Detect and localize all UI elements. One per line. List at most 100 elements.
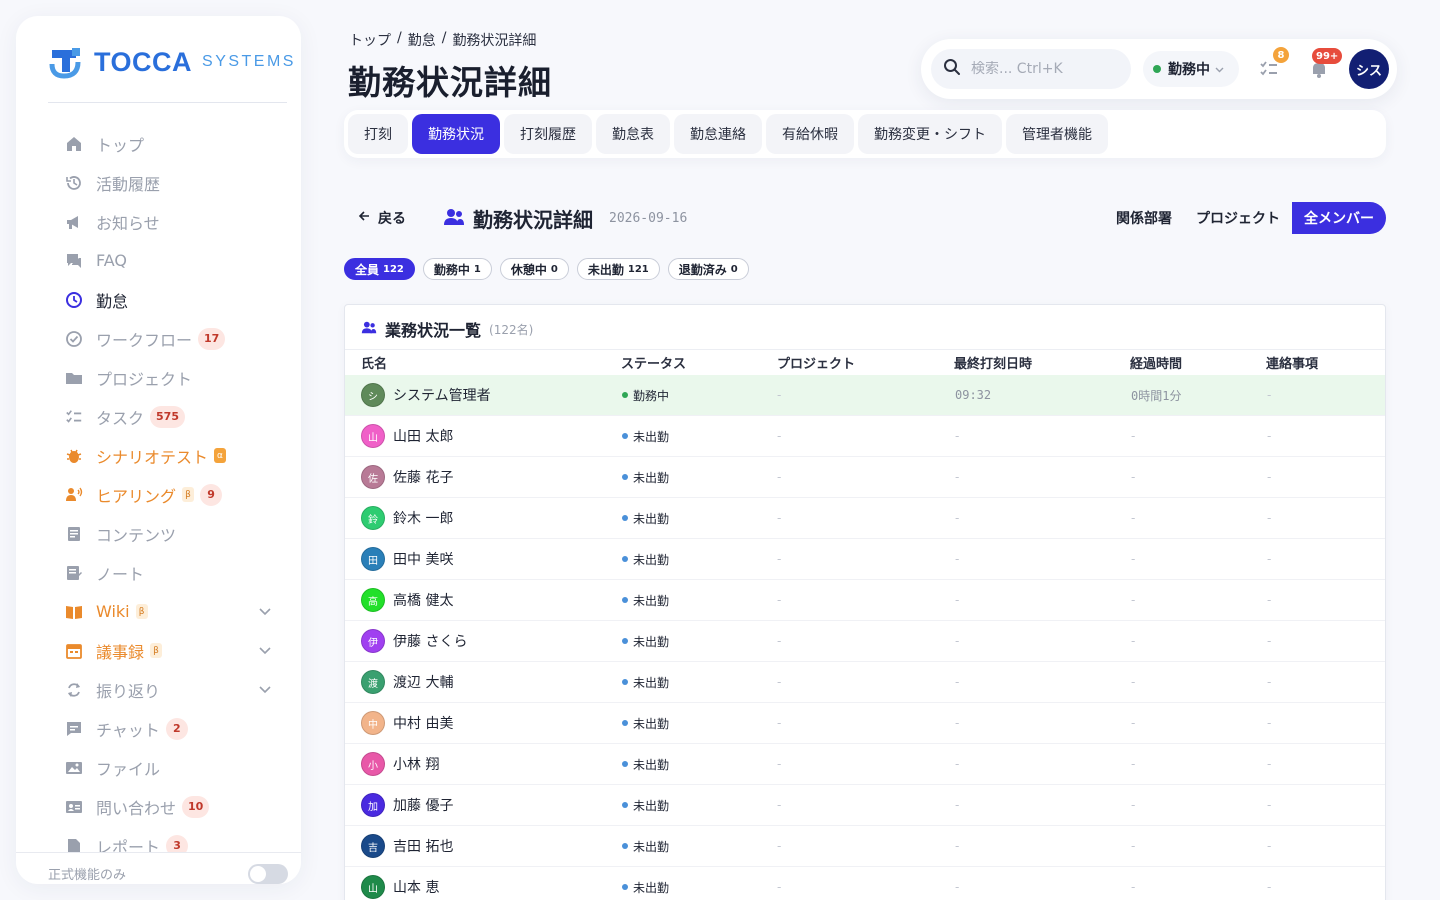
member-avatar: 佐: [361, 465, 385, 489]
scope-button[interactable]: 関係部署: [1104, 202, 1184, 234]
member-name[interactable]: 中村 由美: [393, 713, 453, 733]
feature-stage-tag: β: [182, 487, 195, 502]
filter-count: 1: [473, 263, 481, 275]
tab-2[interactable]: 勤務状況: [412, 114, 500, 154]
status-cell: 未出勤: [622, 785, 669, 825]
sidebar-item[interactable]: Wiki β: [16, 592, 301, 631]
table-row[interactable]: 佐佐藤 花子 未出勤 - - - -: [345, 457, 1385, 498]
breadcrumb-item-top[interactable]: トップ: [349, 30, 391, 50]
sidebar-item[interactable]: FAQ: [16, 241, 301, 280]
logo-mark-icon: [48, 44, 84, 80]
tab-1[interactable]: 打刻: [348, 114, 408, 154]
work-status-dropdown[interactable]: 勤務中: [1143, 51, 1239, 87]
work-status-card: 業務状況一覧 (122名) 氏名 ステータス プロジェクト 最終打刻日時 経過時…: [344, 304, 1386, 900]
official-only-toggle[interactable]: [248, 864, 288, 884]
sidebar-item[interactable]: チャット 2: [16, 709, 301, 748]
sidebar-item[interactable]: 勤怠: [16, 280, 301, 319]
member-cell: 中中村 由美: [361, 703, 453, 743]
status-filter-chip[interactable]: 全員 122: [344, 258, 415, 280]
column-header-project[interactable]: プロジェクト: [777, 353, 855, 372]
sidebar-item[interactable]: 振り返り: [16, 670, 301, 709]
chevron-down-icon[interactable]: [259, 604, 271, 620]
notes-cell: -: [1267, 798, 1272, 812]
task-list-button[interactable]: [1259, 59, 1279, 79]
chevron-down-icon[interactable]: [259, 643, 271, 659]
sidebar-item[interactable]: ファイル: [16, 748, 301, 787]
status-label: 未出勤: [633, 716, 670, 731]
status-filter-chip[interactable]: 休憩中 0: [499, 258, 569, 280]
search-input[interactable]: [971, 61, 1121, 77]
member-name[interactable]: 渡辺 大輔: [393, 672, 453, 692]
back-button[interactable]: 戻る: [358, 208, 406, 228]
table-row[interactable]: 加加藤 優子 未出勤 - - - -: [345, 785, 1385, 826]
tab-6[interactable]: 有給休暇: [766, 114, 854, 154]
people-icon: [361, 321, 377, 338]
column-header-status[interactable]: ステータス: [621, 353, 686, 372]
sidebar-item[interactable]: プロジェクト: [16, 358, 301, 397]
brand-name: TOCCA: [94, 46, 193, 77]
column-header-elapsed[interactable]: 経過時間: [1130, 353, 1182, 372]
member-name[interactable]: 高橋 健太: [393, 590, 453, 610]
table-row[interactable]: 山山本 恵 未出勤 - - - -: [345, 867, 1385, 900]
sidebar-item[interactable]: ヒアリング β 9: [16, 475, 301, 514]
interview-icon: [64, 485, 84, 505]
sidebar-item[interactable]: ノート: [16, 553, 301, 592]
sidebar-item[interactable]: お知らせ: [16, 202, 301, 241]
table-row[interactable]: 渡渡辺 大輔 未出勤 - - - -: [345, 662, 1385, 703]
table-row[interactable]: 中中村 由美 未出勤 - - - -: [345, 703, 1385, 744]
table-row[interactable]: 吉吉田 拓也 未出勤 - - - -: [345, 826, 1385, 867]
status-filter-chip[interactable]: 勤務中 1: [422, 258, 492, 280]
member-name[interactable]: 伊藤 さくら: [393, 631, 467, 651]
table-row[interactable]: シシステム管理者 勤務中 - 09:32 0時間1分 -: [345, 375, 1385, 416]
tab-8[interactable]: 管理者機能: [1006, 114, 1108, 154]
member-name[interactable]: 佐藤 花子: [393, 467, 453, 487]
tab-7[interactable]: 勤務変更・シフト: [858, 114, 1002, 154]
member-cell: 佐佐藤 花子: [361, 457, 453, 497]
member-name[interactable]: システム管理者: [393, 385, 491, 405]
table-row[interactable]: 田田中 美咲 未出勤 - - - -: [345, 539, 1385, 580]
sidebar-item[interactable]: ワークフロー 17: [16, 319, 301, 358]
notifications-badge: 99+: [1312, 48, 1343, 64]
elapsed-cell: -: [1131, 675, 1136, 689]
column-header-name[interactable]: 氏名: [361, 353, 387, 372]
member-cell: 加加藤 優子: [361, 785, 453, 825]
sidebar-item[interactable]: コンテンツ: [16, 514, 301, 553]
table-row[interactable]: 山山田 太郎 未出勤 - - - -: [345, 416, 1385, 457]
column-header-last-punch[interactable]: 最終打刻日時: [954, 353, 1032, 372]
breadcrumb-separator: /: [441, 30, 447, 46]
sidebar-item[interactable]: シナリオテスト α: [16, 436, 301, 475]
brand-logo[interactable]: TOCCA SYSTEMS: [48, 42, 296, 82]
member-name[interactable]: 吉田 拓也: [393, 836, 453, 856]
scope-button[interactable]: 全メンバー: [1292, 202, 1386, 234]
table-row[interactable]: 伊伊藤 さくら 未出勤 - - - -: [345, 621, 1385, 662]
user-avatar[interactable]: シス: [1349, 49, 1389, 89]
scope-button[interactable]: プロジェクト: [1184, 202, 1292, 234]
table-row[interactable]: 小小林 翔 未出勤 - - - -: [345, 744, 1385, 785]
member-name[interactable]: 山田 太郎: [393, 426, 453, 446]
column-header-notes[interactable]: 連絡事項: [1266, 353, 1318, 372]
member-name[interactable]: 鈴木 一郎: [393, 508, 453, 528]
breadcrumb-item-attendance[interactable]: 勤怠: [408, 30, 436, 50]
sidebar-item[interactable]: 活動履歴: [16, 163, 301, 202]
sidebar-item[interactable]: タスク 575: [16, 397, 301, 436]
tab-3[interactable]: 打刻履歴: [504, 114, 592, 154]
project-cell: -: [777, 388, 782, 402]
table-body: シシステム管理者 勤務中 -09:32 0時間1分 - 山山田 太郎 未出勤 - - - - 佐佐藤 …: [345, 375, 1385, 900]
table-row[interactable]: 鈴鈴木 一郎 未出勤 - - - -: [345, 498, 1385, 539]
tab-4[interactable]: 勤怠表: [596, 114, 670, 154]
status-filter-chip[interactable]: 未出勤 121: [576, 258, 660, 280]
book-icon: [64, 602, 84, 622]
sidebar-item[interactable]: トップ: [16, 124, 301, 163]
member-name[interactable]: 山本 恵: [393, 877, 439, 897]
member-name[interactable]: 小林 翔: [393, 754, 439, 774]
member-name[interactable]: 加藤 優子: [393, 795, 453, 815]
status-filter-chip[interactable]: 退勤済み 0: [667, 258, 749, 280]
notes-cell: -: [1267, 634, 1272, 648]
sidebar-item[interactable]: 問い合わせ 10: [16, 787, 301, 826]
member-name[interactable]: 田中 美咲: [393, 549, 453, 569]
sidebar-item[interactable]: 議事録 β: [16, 631, 301, 670]
chevron-down-icon[interactable]: [259, 682, 271, 698]
table-row[interactable]: 高高橋 健太 未出勤 - - - -: [345, 580, 1385, 621]
search-box[interactable]: [931, 49, 1131, 89]
tab-5[interactable]: 勤怠連絡: [674, 114, 762, 154]
